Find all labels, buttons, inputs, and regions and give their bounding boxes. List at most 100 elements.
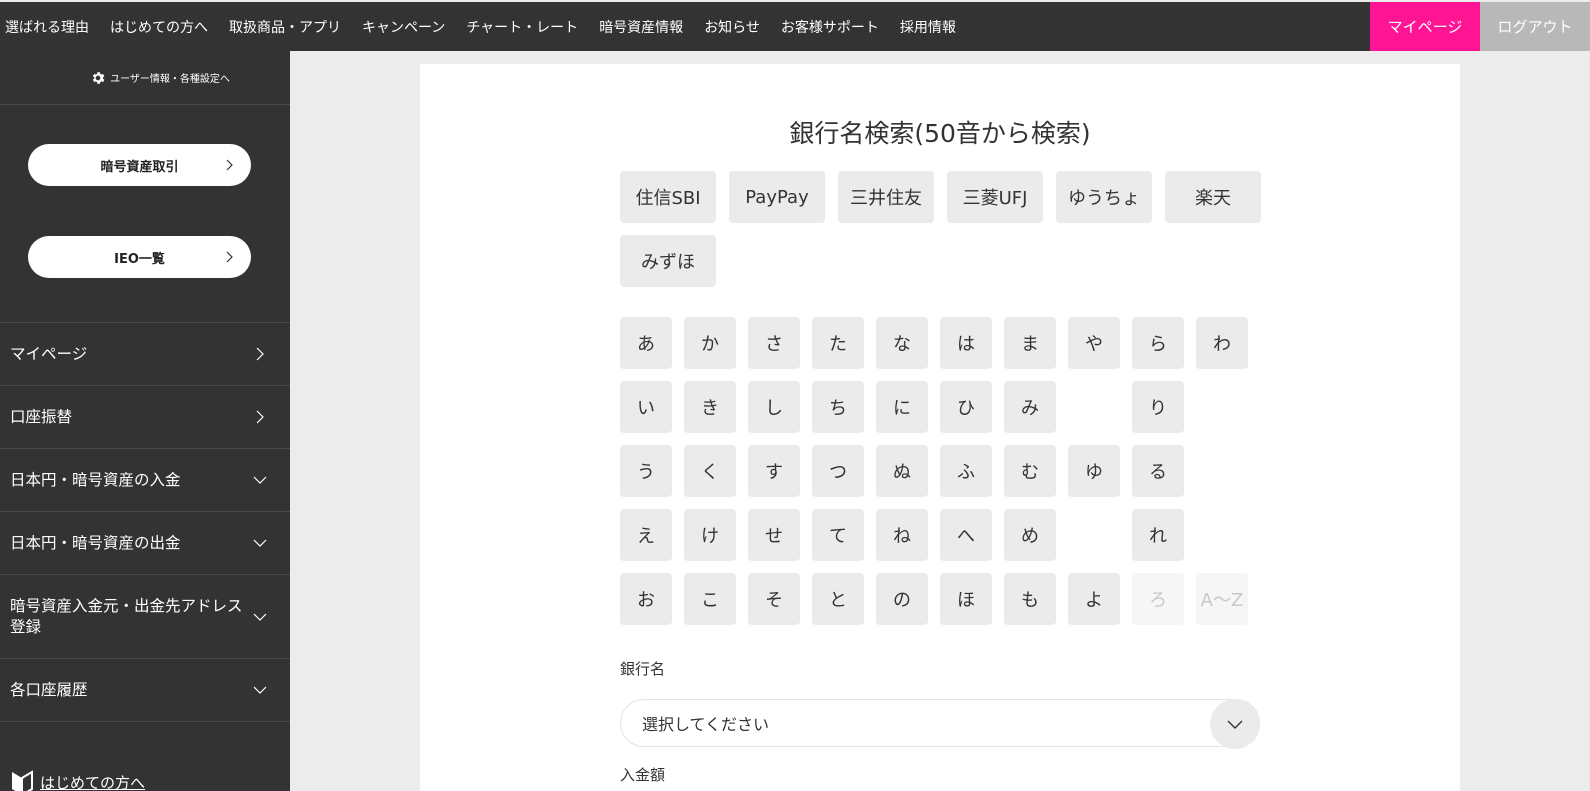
chevron-down-icon [253, 539, 267, 547]
sidebar-item-5[interactable]: 各口座履歴 [0, 658, 290, 721]
sidebar-item-4[interactable]: 暗号資産入金元・出金先アドレス登録 [0, 574, 290, 658]
kana-button[interactable]: い [620, 381, 672, 433]
nav-link-0[interactable]: 選ばれる理由 [5, 17, 89, 37]
quick-bank-button[interactable]: みずほ [620, 235, 716, 287]
nav-link-4[interactable]: チャート・レート [466, 17, 578, 37]
chevron-right-icon [256, 410, 264, 424]
nav-link-3[interactable]: キャンペーン [362, 17, 445, 37]
sidebar-item-label: マイページ [10, 344, 88, 363]
logout-button[interactable]: ログアウト [1480, 2, 1590, 51]
kana-button[interactable]: と [812, 573, 864, 625]
kana-button[interactable]: お [620, 573, 672, 625]
kana-button[interactable]: よ [1068, 573, 1120, 625]
nav-link-2[interactable]: 取扱商品・アプリ [229, 17, 341, 37]
beginner-label: はじめての方へ [40, 773, 146, 791]
nav-link-1[interactable]: はじめての方へ [110, 17, 208, 37]
nav-link-6[interactable]: お知らせ [704, 17, 760, 37]
bank-select[interactable]: 選択してください [620, 699, 1260, 749]
bank-name-label: 銀行名 [620, 660, 666, 678]
kana-button[interactable]: ち [812, 381, 864, 433]
kana-button[interactable]: え [620, 509, 672, 561]
kana-button[interactable]: ひ [940, 381, 992, 433]
sidebar-item-3[interactable]: 日本円・暗号資産の出金 [0, 511, 290, 574]
chevron-right-icon [256, 347, 264, 361]
nav-link-8[interactable]: 採用情報 [900, 17, 956, 37]
top-navigation: 選ばれる理由 はじめての方へ 取扱商品・アプリ キャンペーン チャート・レート 暗号資産情… [0, 2, 1590, 51]
kana-button[interactable]: ね [876, 509, 928, 561]
ieo-list-label: IEO一覧 [114, 251, 165, 267]
kana-button[interactable]: に [876, 381, 928, 433]
kana-button[interactable]: も [1004, 573, 1056, 625]
quick-bank-button[interactable]: PayPay [729, 171, 825, 223]
kana-button[interactable]: ぬ [876, 445, 928, 497]
kana-button[interactable]: こ [684, 573, 736, 625]
quick-bank-button[interactable]: 三菱UFJ [947, 171, 1043, 223]
kana-button[interactable]: し [748, 381, 800, 433]
chevron-down-icon [253, 613, 267, 621]
kana-button[interactable]: る [1132, 445, 1184, 497]
kana-button: A〜Z [1196, 573, 1248, 625]
chevron-down-icon [253, 686, 267, 694]
nav-links: 選ばれる理由 はじめての方へ 取扱商品・アプリ キャンペーン チャート・レート 暗号資産情… [0, 2, 977, 51]
kana-button[interactable]: け [684, 509, 736, 561]
kana-button[interactable]: う [620, 445, 672, 497]
kana-button[interactable]: ま [1004, 317, 1056, 369]
chevron-down-icon [253, 476, 267, 484]
kana-button[interactable]: ほ [940, 573, 992, 625]
kana-button[interactable]: や [1068, 317, 1120, 369]
settings-link[interactable]: ユーザー情報・各種設定へ [0, 51, 290, 105]
kana-button[interactable]: む [1004, 445, 1056, 497]
beginner-mark-icon [12, 770, 33, 791]
beginner-link[interactable]: はじめての方へ [10, 768, 145, 791]
sidebar: ユーザー情報・各種設定へ 暗号資産取引 IEO一覧 マイページ口座振替日本円・暗… [0, 51, 290, 791]
kana-button[interactable]: す [748, 445, 800, 497]
kana-button[interactable]: つ [812, 445, 864, 497]
kana-button[interactable]: の [876, 573, 928, 625]
sidebar-item-label: 口座振替 [10, 407, 73, 426]
kana-button[interactable]: あ [620, 317, 672, 369]
kana-button[interactable]: そ [748, 573, 800, 625]
kana-button[interactable]: れ [1132, 509, 1184, 561]
quick-bank-button[interactable]: ゆうちょ [1056, 171, 1152, 223]
crypto-trade-label: 暗号資産取引 [100, 159, 179, 175]
kana-button[interactable]: ゆ [1068, 445, 1120, 497]
sidebar-item-0[interactable]: マイページ [0, 322, 290, 385]
quick-bank-button[interactable]: 楽天 [1165, 171, 1261, 223]
kana-button[interactable]: き [684, 381, 736, 433]
kana-button[interactable]: な [876, 317, 928, 369]
kana-button[interactable]: へ [940, 509, 992, 561]
kana-button[interactable]: さ [748, 317, 800, 369]
sidebar-menu: マイページ口座振替日本円・暗号資産の入金日本円・暗号資産の出金暗号資産入金元・出… [0, 322, 290, 722]
kana-button[interactable]: は [940, 317, 992, 369]
mypage-button[interactable]: マイページ [1370, 2, 1480, 51]
nav-link-5[interactable]: 暗号資産情報 [599, 17, 683, 37]
kana-button[interactable]: り [1132, 381, 1184, 433]
kana-button[interactable]: み [1004, 381, 1056, 433]
sidebar-divider [0, 721, 290, 722]
kana-button[interactable]: せ [748, 509, 800, 561]
sidebar-item-2[interactable]: 日本円・暗号資産の入金 [0, 448, 290, 511]
quick-bank-button[interactable]: 住信SBI [620, 171, 716, 223]
quick-bank-button[interactable]: 三井住友 [838, 171, 934, 223]
kana-button[interactable]: く [684, 445, 736, 497]
kana-button[interactable]: た [812, 317, 864, 369]
bank-search-card: 銀行名検索(50音から検索) 銀行名 選択してください 入金額 住信SBI Pay… [420, 64, 1460, 791]
sidebar-item-1[interactable]: 口座振替 [0, 385, 290, 448]
kana-button[interactable]: ら [1132, 317, 1184, 369]
chevron-down-icon [1227, 720, 1243, 729]
ieo-list-button[interactable]: IEO一覧 [28, 236, 251, 278]
kana-button[interactable]: て [812, 509, 864, 561]
bank-select-value: 選択してください [642, 715, 770, 734]
kana-button[interactable]: か [684, 317, 736, 369]
sidebar-item-label: 日本円・暗号資産の出金 [10, 533, 181, 552]
nav-right: マイページ ログアウト [1370, 2, 1590, 51]
sidebar-item-label: 暗号資産入金元・出金先アドレス登録 [10, 596, 243, 636]
page-title: 銀行名検索(50音から検索) [789, 119, 1091, 148]
kana-button: ろ [1132, 573, 1184, 625]
kana-button[interactable]: ふ [940, 445, 992, 497]
nav-link-7[interactable]: お客様サポート [781, 17, 879, 37]
crypto-trade-button[interactable]: 暗号資産取引 [28, 144, 251, 186]
kana-button[interactable]: め [1004, 509, 1056, 561]
kana-button[interactable]: わ [1196, 317, 1248, 369]
bank-select-toggle[interactable] [1210, 699, 1260, 749]
